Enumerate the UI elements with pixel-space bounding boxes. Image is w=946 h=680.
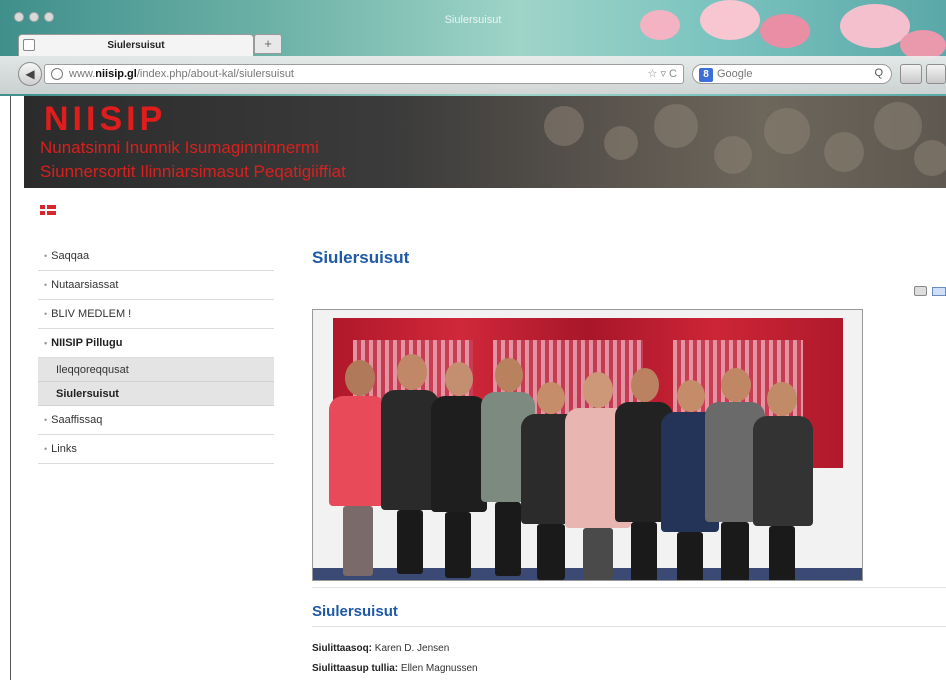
sidebar-item-saaffissaq[interactable]: • Saaffissaq xyxy=(38,406,274,435)
crowd-photo-shape xyxy=(874,102,922,150)
section-divider xyxy=(312,626,946,627)
url-path: /index.php/about-kal/siulersuisut xyxy=(136,68,294,80)
board-group-photo xyxy=(312,309,863,581)
sidebar-item-label: Links xyxy=(51,443,77,455)
crowd-photo-shape xyxy=(604,126,638,160)
bullet-icon: • xyxy=(44,280,48,290)
crowd-photo-shape xyxy=(914,140,946,176)
sidebar-item-nutaarsiassat[interactable]: • Nutaarsiassat xyxy=(38,271,274,300)
sidebar-item-links[interactable]: • Links xyxy=(38,435,274,464)
globe-icon xyxy=(51,68,63,80)
sidebar-item-label: NIISIP Pillugu xyxy=(51,337,123,349)
site-subtitle-line2: Siunnersortit Ilinniarsimasut Peqatigiif… xyxy=(40,162,346,181)
info-value: Karen D. Jensen xyxy=(374,643,450,654)
tab-title: Siulersuisut xyxy=(107,40,165,51)
url-text: www.niisip.gl/index.php/about-kal/siuler… xyxy=(69,68,294,80)
section-divider xyxy=(312,587,946,588)
sidebar-item-label: Saaffissaq xyxy=(51,414,103,426)
new-tab-button[interactable]: + xyxy=(254,34,282,54)
search-input[interactable]: Google xyxy=(717,68,752,80)
url-actions: ☆ ▿ C xyxy=(648,67,677,80)
section-heading: Siulersuisut xyxy=(312,603,398,620)
crowd-photo-shape xyxy=(764,108,810,154)
search-engine-icon[interactable]: 8 xyxy=(699,68,713,82)
crowd-photo-shape xyxy=(544,106,584,146)
submenu-item-siulersuisut[interactable]: Siulersuisut xyxy=(38,382,274,406)
search-icon[interactable]: Q xyxy=(874,67,883,79)
browser-chrome: Siulersuisut Siulersuisut + ◀ www.niisip… xyxy=(0,0,946,96)
window-title: Siulersuisut xyxy=(444,14,502,26)
crowd-photo-shape xyxy=(714,136,752,174)
danish-flag-icon[interactable] xyxy=(40,205,56,215)
bullet-icon: • xyxy=(44,415,48,425)
info-key: Siulittaasoq: xyxy=(312,643,373,654)
sidebar-item-label: Nutaarsiassat xyxy=(51,279,119,291)
back-arrow-icon: ◀ xyxy=(25,67,35,81)
bullet-icon: • xyxy=(44,338,48,348)
site-banner: NIISIP Nunatsinni Inunnik Isumaginninner… xyxy=(24,96,946,188)
sidebar-item-label: BLIV MEDLEM ! xyxy=(51,308,132,320)
crowd-photo-shape xyxy=(654,104,698,148)
toolbar-button[interactable] xyxy=(900,64,922,84)
bookmark-star-icon[interactable]: ☆ xyxy=(648,68,658,80)
bullet-icon: • xyxy=(44,251,48,261)
page-title: Siulersuisut xyxy=(312,248,410,267)
sidebar-item-saqqaa[interactable]: • Saqqaa xyxy=(38,242,274,271)
url-prefix: www. xyxy=(69,68,96,80)
window-edge xyxy=(10,96,11,680)
info-value: Ellen Magnussen xyxy=(400,663,478,674)
crowd-photo-shape xyxy=(824,132,864,172)
info-line-vice-chair: Siulittaasup tullia: Ellen Magnussen xyxy=(312,663,478,674)
bullet-icon: • xyxy=(44,444,48,454)
printer-icon[interactable] xyxy=(914,286,927,296)
bullet-icon: • xyxy=(44,309,48,319)
url-bar[interactable]: www.niisip.gl/index.php/about-kal/siuler… xyxy=(44,64,684,84)
sidebar-item-niisip-pillugu[interactable]: • NIISIP Pillugu xyxy=(38,329,274,358)
toolbar-button[interactable] xyxy=(926,64,946,84)
info-key: Siulittaasup tullia: xyxy=(312,663,399,674)
browser-tab[interactable]: Siulersuisut xyxy=(18,34,254,56)
submenu-item-ileqqoreqqusat[interactable]: Ileqqoreqqusat xyxy=(38,358,274,382)
dropdown-icon[interactable]: ▿ xyxy=(660,68,666,80)
sidebar-menu: • Saqqaa • Nutaarsiassat • BLIV MEDLEM ! • N… xyxy=(38,242,274,464)
reload-icon[interactable]: C xyxy=(669,68,677,80)
site-logo[interactable]: NIISIP xyxy=(44,100,166,139)
url-domain: niisip.gl xyxy=(95,68,137,80)
back-button[interactable]: ◀ xyxy=(18,62,42,86)
sidebar-item-bliv-medlem[interactable]: • BLIV MEDLEM ! xyxy=(38,300,274,329)
sidebar-item-label: Saqqaa xyxy=(51,250,90,262)
email-icon[interactable] xyxy=(932,287,946,296)
search-bar[interactable]: 8 Google Q xyxy=(692,64,892,84)
site-subtitle-line1: Nunatsinni Inunnik Isumaginninnermi xyxy=(40,138,319,157)
info-line-chair: Siulittaasoq: Karen D. Jensen xyxy=(312,643,449,654)
